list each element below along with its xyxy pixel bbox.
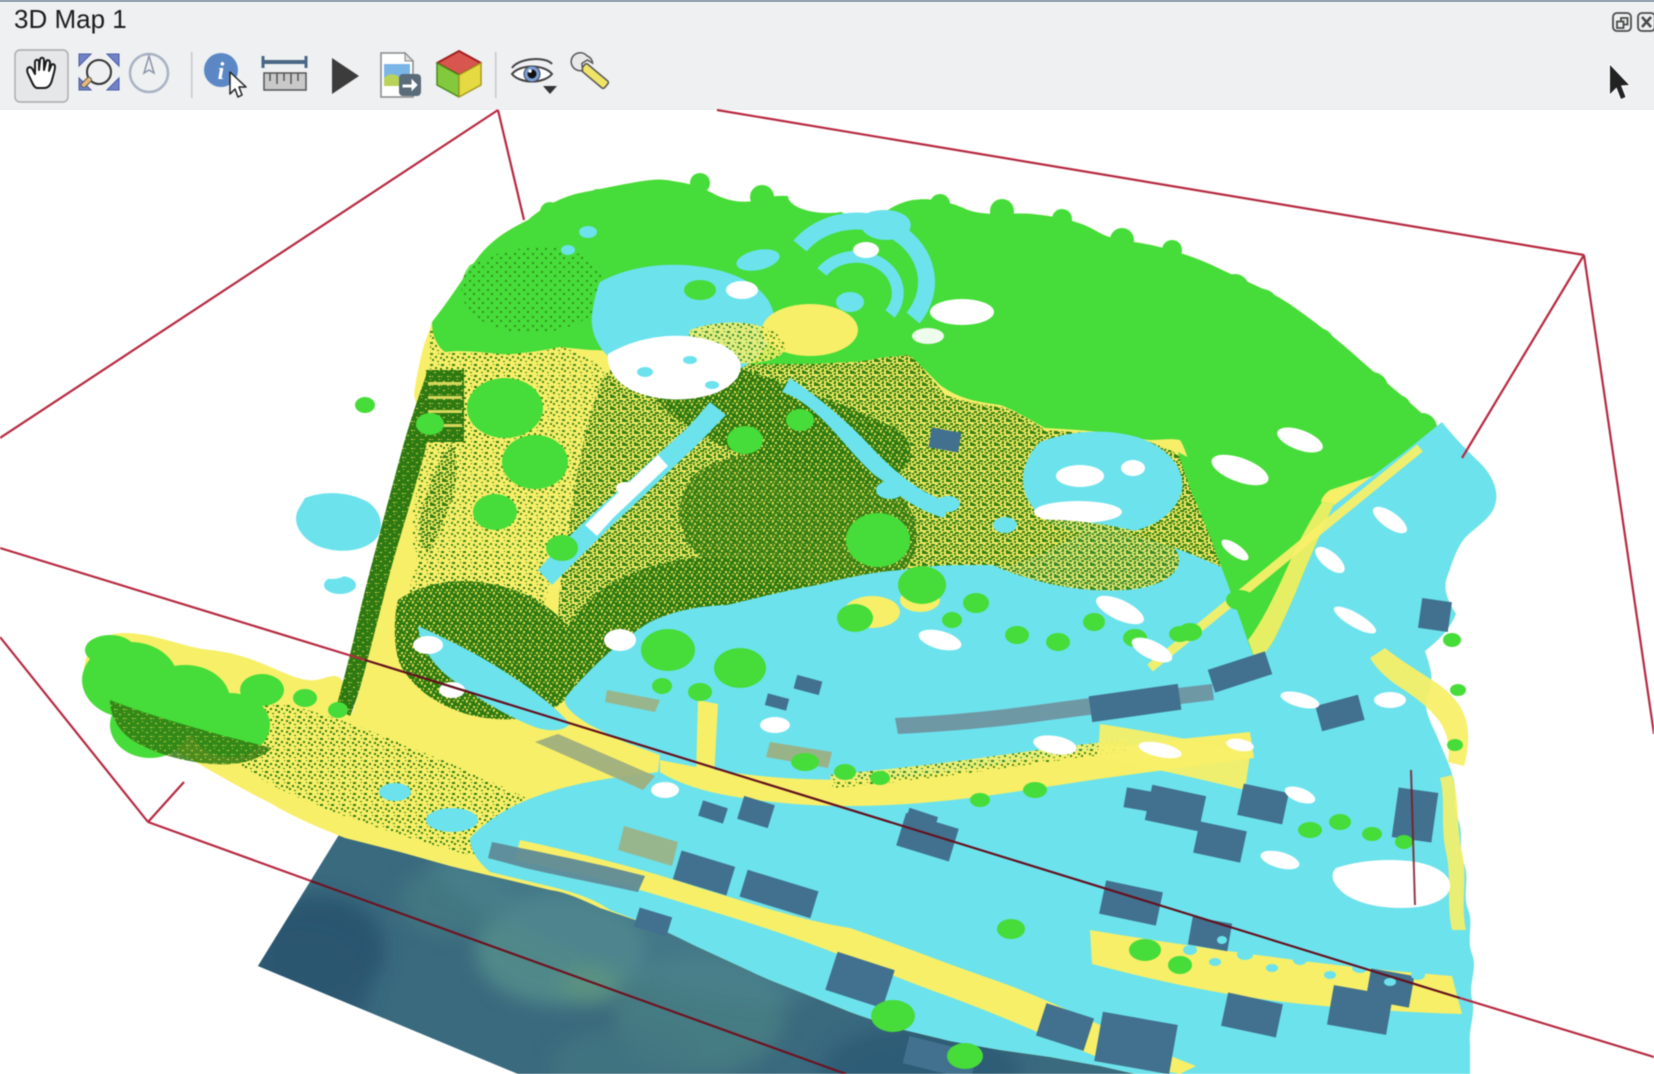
svg-text:i: i xyxy=(218,59,225,85)
